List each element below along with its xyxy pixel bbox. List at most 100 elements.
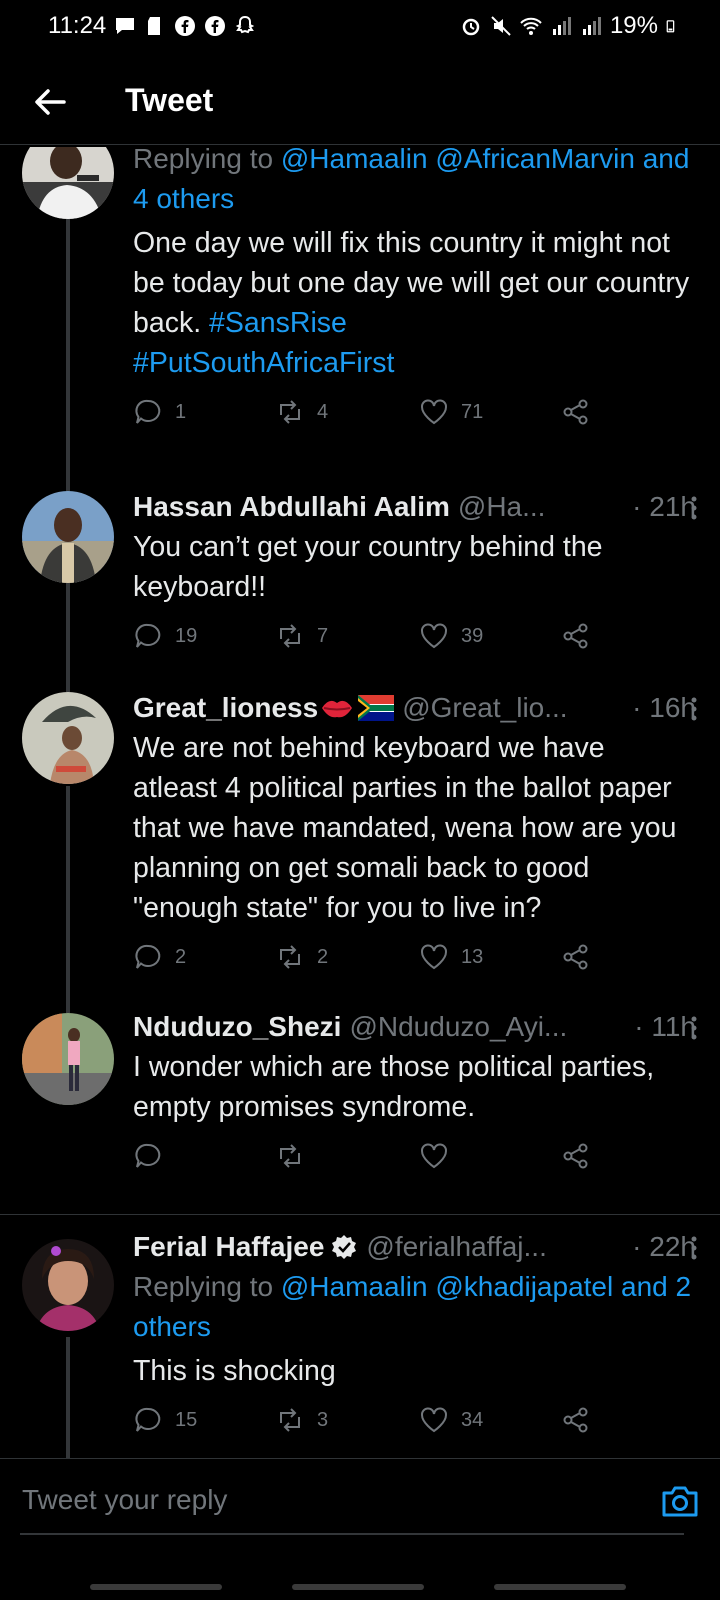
like-button[interactable]: 71	[419, 397, 483, 427]
like-button[interactable]: 39	[419, 621, 483, 651]
tweet-author-handle[interactable]: @Ha...	[458, 487, 546, 527]
thread-line	[66, 467, 70, 481]
retweet-icon	[280, 1144, 300, 1168]
status-bar: 11:24 19%	[0, 0, 720, 52]
thread-line	[66, 583, 70, 683]
snapchat-notification-icon	[236, 15, 255, 34]
replying-prefix: Replying to	[133, 1271, 274, 1302]
tweet-author-name[interactable]: Nduduzo_Shezi	[133, 1007, 341, 1047]
page-title: Tweet	[125, 82, 214, 118]
tweet-author-handle[interactable]: @Great_lio...	[402, 688, 567, 728]
tweet-actions: 19 7 39	[133, 621, 696, 665]
like-count: 34	[461, 1408, 484, 1431]
share-button[interactable]	[561, 1405, 591, 1435]
tweet-actions: 15 3 34	[133, 1405, 696, 1449]
tweet-author-name[interactable]: Hassan Abdullahi Aalim	[133, 487, 450, 527]
share-icon	[563, 1143, 588, 1169]
heart-icon	[421, 399, 447, 425]
like-count: 39	[461, 624, 484, 647]
tweet[interactable]: Hassan Abdullahi Aalim @Ha... · 21h You …	[0, 467, 720, 683]
tweet-actions	[133, 1141, 696, 1185]
heart-icon	[421, 1407, 447, 1433]
reply-icon	[135, 399, 161, 424]
home-button[interactable]	[292, 1584, 424, 1590]
retweet-icon	[280, 945, 300, 969]
more-options-icon[interactable]	[682, 1015, 706, 1041]
like-button[interactable]	[419, 1141, 461, 1171]
reply-icon	[135, 944, 161, 969]
wifi-icon	[520, 17, 542, 35]
retweet-count: 3	[317, 1408, 329, 1431]
retweet-count: 7	[317, 624, 329, 647]
avatar[interactable]	[22, 1239, 114, 1331]
status-time: 11:24	[48, 12, 107, 39]
tweet-author-name[interactable]: Ferial Haffajee	[133, 1227, 324, 1267]
reply-button[interactable]: 1	[133, 397, 186, 427]
retweet-button[interactable]: 2	[275, 942, 328, 972]
avatar[interactable]	[22, 147, 114, 219]
avatar[interactable]	[22, 1013, 114, 1105]
share-button[interactable]	[561, 1141, 591, 1171]
mention-links[interactable]: @Hamaalin @AfricanMarvin	[281, 147, 635, 174]
retweet-button[interactable]: 4	[275, 397, 328, 427]
avatar[interactable]	[22, 491, 114, 583]
message-notification-icon	[116, 18, 135, 34]
avatar[interactable]	[22, 692, 114, 784]
tweet[interactable]: Great_lioness @Great_lio... · 16h We are…	[0, 680, 720, 1006]
recent-apps-button[interactable]	[90, 1584, 222, 1590]
retweet-icon	[280, 624, 300, 648]
mention-links[interactable]: @Hamaalin @khadijapatel	[281, 1271, 613, 1302]
reply-input-underline	[20, 1533, 684, 1535]
retweet-button[interactable]: 3	[275, 1405, 328, 1435]
reply-button[interactable]: 15	[133, 1405, 197, 1435]
battery-percent: 19%	[609, 12, 658, 39]
reply-icon	[135, 1143, 161, 1168]
reply-button[interactable]	[133, 1141, 175, 1171]
retweet-count: 2	[317, 945, 329, 968]
tweet-author-handle[interactable]: @ferialhaffaj...	[366, 1227, 546, 1267]
heart-icon	[421, 1143, 447, 1169]
reply-count: 15	[175, 1408, 198, 1431]
top-app-bar: Tweet	[0, 64, 720, 145]
more-options-icon[interactable]	[682, 1235, 706, 1261]
tweet-author-handle[interactable]: @Nduduzo_Ayi...	[349, 1007, 567, 1047]
reply-input[interactable]	[20, 1475, 624, 1525]
reply-icon	[135, 623, 161, 648]
like-count: 71	[461, 400, 484, 423]
heart-icon	[421, 944, 447, 970]
replying-to: Replying to @Hamaalin @khadijapatel and …	[133, 1267, 696, 1347]
share-button[interactable]	[561, 621, 591, 651]
reply-icon	[135, 1407, 161, 1432]
like-button[interactable]: 34	[419, 1405, 483, 1435]
camera-icon[interactable]	[660, 1481, 700, 1521]
hashtag-link[interactable]: #PutSouthAfricaFirst	[133, 347, 394, 379]
tweet-text: I wonder which are those political parti…	[133, 1051, 655, 1123]
alarm-icon	[462, 18, 480, 36]
replying-prefix: Replying to	[133, 147, 274, 174]
share-icon	[563, 1407, 588, 1433]
tweet-author-name[interactable]: Great_lioness	[133, 688, 318, 728]
thread-line	[66, 1005, 70, 1013]
retweet-button[interactable]: 7	[275, 621, 328, 651]
share-icon	[563, 399, 588, 425]
retweet-icon	[280, 400, 300, 424]
more-options-icon[interactable]	[682, 495, 706, 521]
tweet[interactable]: Nduduzo_Shezi @Nduduzo_Ayi... · 11h I wo…	[0, 1005, 720, 1185]
share-button[interactable]	[561, 942, 591, 972]
sd-card-icon	[148, 17, 161, 35]
more-options-icon[interactable]	[682, 696, 706, 722]
tweet-feed[interactable]: Replying to @Hamaalin @AfricanMarvin and…	[0, 147, 720, 1487]
tweet[interactable]: Ferial Haffajee @ferialhaffaj... · 22h R…	[0, 1215, 720, 1487]
reply-button[interactable]: 19	[133, 621, 197, 651]
share-button[interactable]	[561, 397, 591, 427]
thread-line	[66, 786, 70, 1006]
tweet-text: We are not behind keyboard we have atlea…	[133, 732, 677, 924]
reply-button[interactable]: 2	[133, 942, 186, 972]
back-arrow-icon[interactable]	[30, 82, 70, 122]
facebook-notification-icon-2	[205, 16, 226, 36]
like-button[interactable]: 13	[419, 942, 483, 972]
back-button[interactable]	[494, 1584, 626, 1590]
retweet-button[interactable]	[275, 1141, 317, 1171]
hashtag-link[interactable]: #SansRise	[209, 307, 347, 339]
system-navigation-bar	[0, 1540, 720, 1600]
